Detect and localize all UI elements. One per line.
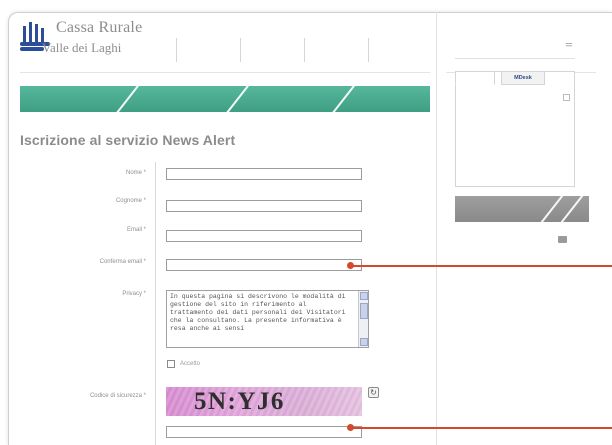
search-icon[interactable]	[565, 41, 573, 49]
nav-separator	[331, 86, 355, 112]
privacy-textarea[interactable]: In questa pagina si descrivono le modali…	[166, 290, 369, 348]
privacy-label: Privacy *	[122, 291, 146, 297]
scroll-thumb[interactable]	[360, 303, 368, 319]
close-icon[interactable]	[563, 94, 570, 101]
nome-label: Nome *	[125, 170, 146, 176]
captcha-text: 5N:YJ6	[194, 388, 285, 415]
captcha-image: 5N:YJ6	[166, 387, 362, 416]
page-title: Iscrizione al servizio News Alert	[20, 132, 236, 148]
captcha-label: Codice di sicurezza *	[89, 393, 146, 399]
header-divider	[20, 72, 430, 73]
banner-separator	[560, 196, 584, 222]
scroll-down-icon[interactable]	[360, 338, 368, 346]
brand-name-line2[interactable]: Valle dei Laghi	[42, 40, 121, 56]
nav-separator	[225, 86, 249, 112]
captcha-input[interactable]	[166, 426, 362, 438]
top-nav-item[interactable]	[176, 38, 240, 62]
email-input[interactable]	[166, 230, 362, 242]
search-input[interactable]	[455, 42, 575, 59]
sidebar-banner[interactable]	[455, 196, 589, 222]
form-divider	[155, 162, 156, 445]
top-nav-item[interactable]	[304, 38, 368, 62]
sidebar-tabs-panel: MDesk	[455, 71, 575, 187]
sidebar-divider	[436, 12, 437, 445]
search-box	[455, 38, 575, 59]
annotation-line	[351, 427, 612, 429]
annotation-line	[351, 265, 612, 267]
top-nav-item[interactable]	[240, 38, 304, 62]
cognome-label: Cognome *	[115, 198, 146, 204]
privacy-scrollbar[interactable]	[358, 291, 368, 347]
top-nav-item[interactable]	[368, 38, 432, 62]
nav-separator	[115, 86, 139, 112]
tab-mdesk[interactable]: MDesk	[501, 71, 545, 85]
email-label: Email *	[126, 227, 146, 233]
brand-name-line1[interactable]: Cassa Rurale	[56, 19, 142, 37]
top-navigation	[112, 38, 432, 62]
mail-icon[interactable]	[558, 236, 567, 243]
conferma-email-label: Conferma email *	[99, 259, 146, 265]
main-navigation-bar	[20, 86, 430, 112]
accept-checkbox[interactable]	[167, 360, 175, 368]
nome-input[interactable]	[166, 168, 362, 180]
tab-news[interactable]	[455, 71, 495, 85]
scroll-up-icon[interactable]	[360, 292, 368, 300]
accept-label[interactable]: Accetto	[180, 361, 200, 367]
refresh-icon[interactable]: ↻	[368, 387, 379, 398]
conferma-email-input[interactable]	[166, 259, 362, 271]
banner-separator	[540, 196, 564, 222]
cognome-input[interactable]	[166, 200, 362, 212]
top-nav-item[interactable]	[112, 38, 176, 62]
accept-row: Accetto	[167, 360, 200, 368]
privacy-text: In questa pagina si descrivono le modali…	[170, 293, 346, 332]
